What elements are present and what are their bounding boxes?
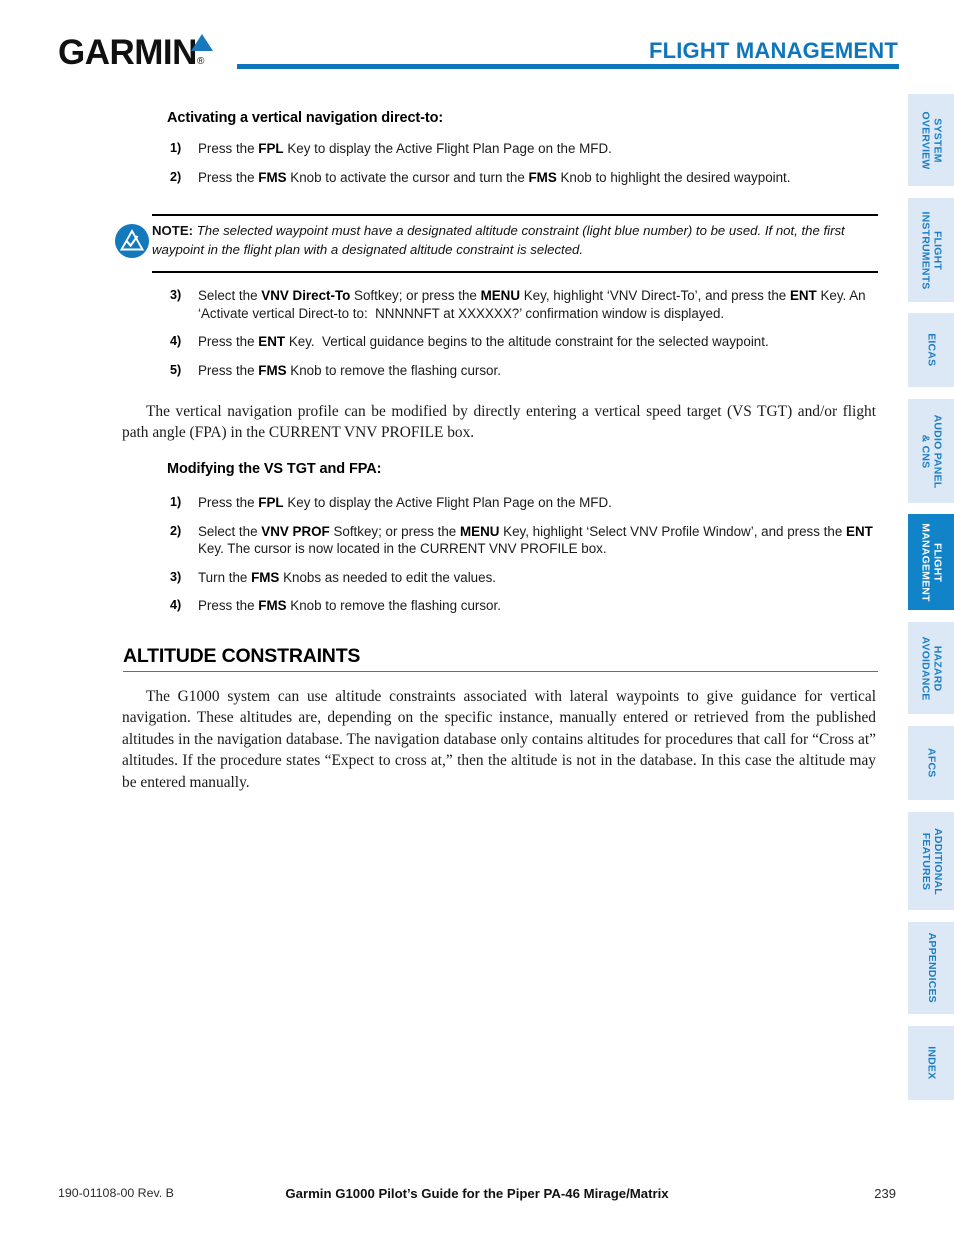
chapter-tab-label: SYSTEM OVERVIEW — [920, 110, 944, 170]
chapter-tab-afcs[interactable]: AFCS — [908, 726, 954, 800]
list-item: 1) Press the FPL Key to display the Activ… — [160, 494, 880, 512]
garmin-triangle-check-icon — [115, 224, 149, 258]
garmin-wordmark: GARMIN® — [58, 33, 204, 72]
chapter-tab-label: AUDIO PANEL & CNS — [920, 414, 944, 488]
list-item-text: Press the ENT Key. Vertical guidance beg… — [198, 334, 769, 350]
chapter-tab-system-overview[interactable]: SYSTEM OVERVIEW — [908, 94, 954, 186]
list-item: 3) Select the VNV Direct-To Softkey; or p… — [160, 287, 880, 322]
footer-page-number: 239 — [874, 1186, 896, 1201]
chapter-tab-label: INDEX — [925, 1046, 938, 1080]
list-item: 4) Press the ENT Key. Vertical guidance b… — [160, 333, 880, 351]
procedure-list-modifying-vs-tgt-fpa: 1) Press the FPL Key to display the Activ… — [160, 494, 880, 626]
list-item-number: 4) — [170, 598, 182, 613]
chapter-tab-audio-panel-cns[interactable]: AUDIO PANEL & CNS — [908, 399, 954, 503]
note-label: NOTE: — [152, 223, 194, 238]
list-item: 4) Press the FMS Knob to remove the flash… — [160, 597, 880, 615]
note-body: The selected waypoint must have a design… — [152, 223, 845, 257]
list-item-number: 3) — [170, 569, 182, 584]
chapter-tab-appendices[interactable]: APPENDICES — [908, 922, 954, 1014]
procedure-list-activating-vnv-direct-to: 1) Press the FPL Key to display the Activ… — [160, 140, 880, 197]
list-item-text: Select the VNV Direct-To Softkey; or pre… — [198, 288, 866, 321]
note-top-divider — [152, 214, 878, 216]
chapter-tab-index[interactable]: INDEX — [908, 1026, 954, 1100]
chapter-tab-eicas[interactable]: EICAS — [908, 313, 954, 387]
list-item-text: Press the FPL Key to display the Active … — [198, 495, 612, 510]
list-item-text: Press the FPL Key to display the Active … — [198, 141, 612, 156]
page-header: GARMIN® FLIGHT MANAGEMENT — [0, 0, 954, 90]
chapter-tab-label: FLIGHT MANAGEMENT — [920, 522, 944, 602]
chapter-tab-label: ADDITIONAL FEATURES — [920, 827, 944, 895]
list-item: 5) Press the FMS Knob to remove the flash… — [160, 362, 880, 380]
list-item-text: Press the FMS Knob to remove the flashin… — [198, 362, 501, 378]
subheading-modifying-vs-tgt-fpa: Modifying the VS TGT and FPA: — [167, 461, 382, 477]
subheading-activating-vnv-direct-to: Activating a vertical navigation direct-… — [167, 110, 444, 126]
chapter-tab-hazard-avoidance[interactable]: HAZARD AVOIDANCE — [908, 622, 954, 714]
chapter-tab-label: HAZARD AVOIDANCE — [920, 635, 944, 701]
list-item-number: 1) — [170, 141, 182, 155]
page-title: FLIGHT MANAGEMENT — [648, 38, 898, 63]
list-item-text: Press the FMS Knob to remove the flashin… — [198, 598, 501, 614]
paragraph-vnv-profile: The vertical navigation profile can be m… — [122, 403, 876, 442]
list-item: 3) Turn the FMS Knobs as needed to edit t… — [160, 569, 880, 587]
list-item: 2) Press the FMS Knob to activate the cur… — [160, 169, 880, 187]
registered-trademark-icon: ® — [196, 56, 204, 67]
garmin-logo: GARMIN® — [58, 33, 228, 72]
list-item-text: Press the FMS Knob to activate the curso… — [198, 169, 791, 185]
section-heading-divider — [123, 671, 878, 673]
chapter-tab-label: APPENDICES — [925, 932, 938, 1004]
list-item-number: 2) — [170, 169, 182, 184]
list-item-number: 3) — [170, 288, 182, 302]
footer-document-title: Garmin G1000 Pilot’s Guide for the Piper… — [285, 1186, 669, 1201]
page-footer: 190-01108-00 Rev. B Garmin G1000 Pilot’s… — [0, 1186, 954, 1216]
paragraph-altitude-constraints: The G1000 system can use altitude constr… — [122, 688, 876, 791]
chapter-tab-flight-management[interactable]: FLIGHT MANAGEMENT — [908, 514, 954, 610]
list-item-text: Turn the FMS Knobs as needed to edit the… — [198, 569, 496, 585]
chapter-tab-label: EICAS — [925, 333, 938, 367]
chapter-tab-rail: SYSTEM OVERVIEW FLIGHT INSTRUMENTS EICAS AUDI… — [908, 0, 954, 1235]
note-text: NOTE: The selected waypoint must have a … — [152, 222, 878, 259]
section-heading-altitude-constraints: ALTITUDE CONSTRAINTS — [123, 645, 878, 673]
header-divider — [237, 64, 899, 69]
chapter-tab-additional-features[interactable]: ADDITIONAL FEATURES — [908, 812, 954, 910]
note-bottom-divider — [152, 271, 878, 273]
list-item-number: 1) — [170, 495, 182, 509]
procedure-list-vnv-direct-to-steps: 3) Select the VNV Direct-To Softkey; or p… — [160, 287, 880, 390]
chapter-tab-label: AFCS — [925, 748, 938, 778]
list-item: 2) Select the VNV PROF Softkey; or press … — [160, 523, 880, 558]
chapter-tab-flight-instruments[interactable]: FLIGHT INSTRUMENTS — [908, 198, 954, 302]
list-item-text: Select the VNV PROF Softkey; or press th… — [198, 523, 873, 557]
list-item-number: 4) — [170, 334, 182, 349]
list-item-number: 5) — [170, 362, 182, 377]
garmin-triangle-icon — [191, 34, 213, 51]
list-item-number: 2) — [170, 523, 182, 538]
chapter-tab-label: FLIGHT INSTRUMENTS — [920, 210, 944, 290]
section-heading-text: ALTITUDE CONSTRAINTS — [123, 645, 361, 667]
list-item: 1) Press the FPL Key to display the Activ… — [160, 140, 880, 158]
